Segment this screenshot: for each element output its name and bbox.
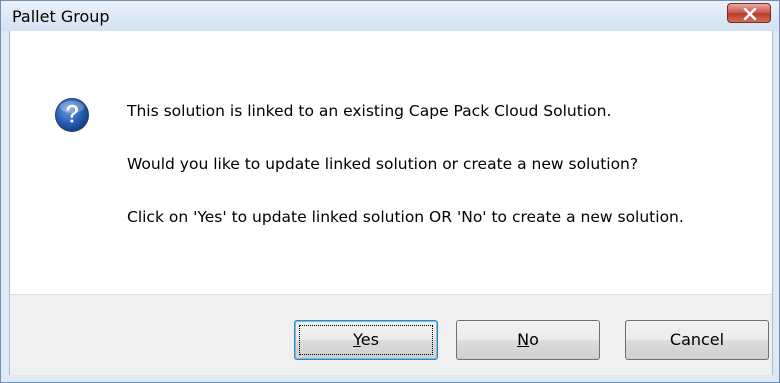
message-line-1: This solution is linked to an existing C… [127, 102, 612, 120]
question-icon [55, 98, 89, 132]
message-line-3: Click on 'Yes' to update linked solution… [127, 208, 684, 226]
dialog-window: Pallet Group This solution is linked to … [0, 0, 780, 383]
cancel-button[interactable]: Cancel [625, 320, 769, 360]
button-bar: Yes No Cancel [10, 294, 772, 375]
title-bar[interactable]: Pallet Group [1, 1, 779, 31]
dialog-client-area: This solution is linked to an existing C… [9, 31, 773, 375]
no-button[interactable]: No [456, 320, 600, 360]
no-mnemonic: N [517, 330, 530, 349]
yes-button[interactable]: Yes [294, 320, 438, 360]
message-area: This solution is linked to an existing C… [10, 31, 772, 294]
window-title: Pallet Group [12, 7, 110, 26]
focus-rectangle [299, 325, 433, 355]
message-line-2: Would you like to update linked solution… [127, 155, 639, 173]
close-icon [743, 8, 757, 20]
no-label-rest: o [529, 330, 539, 349]
close-button[interactable] [727, 3, 771, 23]
cancel-label: Cancel [669, 330, 725, 349]
